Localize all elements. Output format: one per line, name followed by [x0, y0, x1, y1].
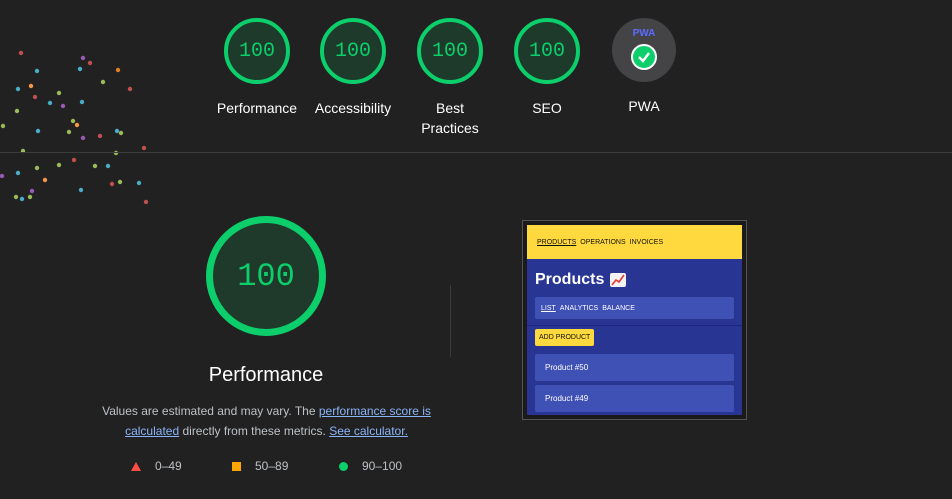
gauge-accessibility[interactable]: 100 Accessibility — [303, 18, 403, 118]
gauge-label: PWA — [628, 98, 660, 114]
product-item: Product #49 — [535, 385, 734, 412]
gauge-label: Best Practices — [421, 100, 479, 136]
gauge-score: 100 — [320, 18, 386, 84]
check-icon — [631, 44, 657, 70]
performance-title: Performance — [208, 364, 324, 386]
legend-label: 50–89 — [255, 459, 289, 473]
product-item: Product #50 — [535, 354, 734, 381]
desc-text: directly from these metrics. — [179, 424, 330, 438]
gauge-score: 100 — [224, 18, 290, 84]
gauge-seo[interactable]: 100 SEO — [497, 18, 597, 118]
legend-label: 90–100 — [362, 459, 403, 473]
legend-average: 50–89 — [232, 459, 288, 473]
subnav-item: ANALYTICS — [559, 304, 599, 312]
section-divider — [450, 285, 451, 357]
pwa-badge: PWA — [612, 18, 676, 82]
category-gauges: 100 Performance 100 Accessibility 100 Be… — [0, 0, 952, 150]
chart-increasing-icon — [610, 273, 627, 287]
subnav-item: LIST — [541, 304, 556, 312]
screenshot-title: Products — [527, 259, 742, 291]
see-calculator-link[interactable]: See calculator. — [329, 424, 408, 438]
square-icon — [232, 461, 241, 471]
screenshot-subnav: LIST ANALYTICS BALANCE — [535, 297, 734, 319]
subnav-item: BALANCE — [602, 304, 635, 312]
final-screenshot[interactable]: PRODUCTS OPERATIONS INVOICES Products LI… — [522, 220, 747, 420]
triangle-icon — [131, 461, 141, 471]
gauge-pwa[interactable]: PWA PWA — [594, 18, 694, 116]
header-divider — [0, 152, 952, 153]
gauge-label: Performance — [216, 100, 298, 116]
gauge-score: 100 — [514, 18, 580, 84]
gauge-score: 100 — [417, 18, 483, 84]
nav-item: INVOICES — [629, 238, 664, 246]
nav-item: PRODUCTS — [537, 238, 577, 246]
gauge-performance[interactable]: 100 Performance — [207, 18, 307, 118]
screenshot-topnav: PRODUCTS OPERATIONS INVOICES — [527, 225, 742, 259]
screenshot-title-text: Products — [535, 271, 605, 288]
nav-item: OPERATIONS — [580, 238, 626, 246]
screenshot-divider — [527, 325, 742, 326]
add-product-button: ADD PRODUCT — [535, 329, 595, 346]
circle-icon — [339, 461, 348, 471]
gauge-label: SEO — [532, 100, 562, 116]
gauge-best-practices[interactable]: 100 Best Practices — [400, 18, 500, 138]
pwa-badge-text: PWA — [632, 28, 656, 39]
desc-text: Values are estimated and may vary. The — [102, 404, 319, 418]
screenshot-content: PRODUCTS OPERATIONS INVOICES Products LI… — [527, 225, 742, 415]
legend-fail: 0–49 — [131, 459, 182, 473]
performance-score-gauge: 100 — [206, 216, 326, 336]
performance-description: Values are estimated and may vary. The p… — [100, 401, 433, 441]
legend-label: 0–49 — [155, 459, 182, 473]
gauge-label: Accessibility — [314, 100, 392, 116]
legend-pass: 90–100 — [339, 459, 402, 473]
